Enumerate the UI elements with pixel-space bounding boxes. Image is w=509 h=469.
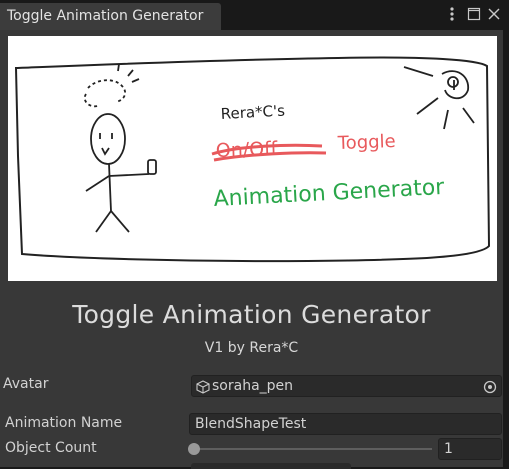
maximize-icon[interactable]: [467, 6, 481, 22]
close-icon[interactable]: [487, 6, 501, 22]
object-count-slider-handle[interactable]: [188, 443, 200, 455]
animation-name-label: Animation Name: [5, 415, 123, 431]
banner-author-text: Rera*C's: [220, 102, 285, 123]
animation-name-input[interactable]: BlendShapeTest: [189, 413, 502, 435]
avatar-object-field[interactable]: soraha_pen: [191, 375, 502, 397]
avatar-value: soraha_pen: [212, 378, 294, 394]
banner-image: Rera*C's On/Off Toggle Animation Generat…: [8, 36, 497, 281]
stick-figure-drawing: [83, 63, 157, 233]
version-label: V1 by Rera*C: [204, 340, 299, 356]
page-title: Toggle Animation Generator: [72, 300, 431, 329]
object-count-input[interactable]: 1: [438, 438, 502, 460]
cube-icon: [196, 379, 210, 394]
window-edge: [503, 30, 509, 467]
banner-toggle-text: Toggle: [336, 131, 396, 154]
window-tab[interactable]: Toggle Animation Generator: [0, 3, 221, 30]
sun-drawing: [403, 66, 475, 130]
next-field-partial[interactable]: [191, 463, 351, 469]
tab-bar: Toggle Animation Generator: [0, 0, 509, 30]
banner-generator-text: Animation Generator: [213, 175, 446, 212]
avatar-label: Avatar: [3, 376, 49, 392]
object-count-slider[interactable]: [194, 448, 432, 450]
more-vertical-icon[interactable]: [447, 6, 457, 22]
object-picker-icon[interactable]: [483, 379, 497, 394]
object-count-label: Object Count: [5, 440, 97, 456]
